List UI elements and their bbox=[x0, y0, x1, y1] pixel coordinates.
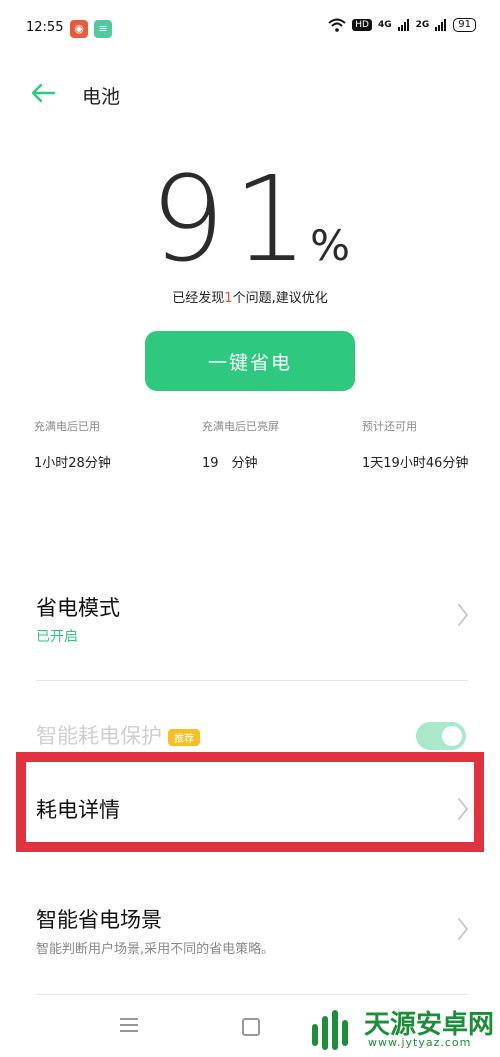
signal-bars-icon bbox=[397, 19, 409, 31]
app-notification-icon: ≡ bbox=[94, 20, 112, 38]
chevron-right-icon bbox=[458, 604, 468, 626]
battery-percent-value: 91 bbox=[149, 150, 317, 288]
status-time: 12:55 bbox=[26, 20, 64, 35]
stat-value: 1小时28分钟 bbox=[34, 456, 111, 471]
stat-used-since-full: 充满电后已用 1小时28分钟 bbox=[34, 418, 204, 471]
wifi-icon bbox=[328, 18, 346, 32]
smart-protection-label: 智能耗电保护 bbox=[36, 724, 162, 748]
issue-count: 1 bbox=[224, 291, 233, 306]
watermark-url: www.jytyaz.com bbox=[368, 1036, 472, 1049]
stat-screen-on-since-full: 充满电后已亮屏 19 分钟 bbox=[202, 418, 372, 471]
news-notification-icon: ◉ bbox=[70, 20, 88, 38]
stat-value: 1天19小时46分钟 bbox=[362, 456, 469, 471]
power-saving-mode-status: 已开启 bbox=[36, 629, 78, 645]
stat-label: 预计还可用 bbox=[362, 420, 417, 433]
smart-protection-title: 智能耗电保护 推荐 bbox=[36, 720, 200, 750]
battery-icon: 91 bbox=[453, 18, 476, 32]
menu-icon[interactable] bbox=[120, 1018, 138, 1036]
chevron-right-icon bbox=[458, 918, 468, 940]
home-icon[interactable] bbox=[242, 1018, 260, 1036]
signal-bars-icon bbox=[435, 19, 447, 31]
issue-prefix: 已经发现 bbox=[172, 291, 225, 306]
stat-value: 19 分钟 bbox=[202, 456, 258, 471]
system-icons: HD 4G 2G 91 bbox=[328, 18, 476, 32]
stat-label: 充满电后已用 bbox=[34, 420, 100, 433]
hd-badge: HD bbox=[352, 19, 372, 31]
recommended-tag: 推荐 bbox=[168, 728, 200, 746]
power-saving-mode-title: 省电模式 bbox=[36, 596, 120, 620]
signal-2g-icon: 2G bbox=[415, 20, 430, 30]
battery-percent-sign: % bbox=[310, 221, 351, 270]
smart-protection-toggle[interactable] bbox=[416, 722, 466, 750]
issue-summary: 已经发现1个问题,建议优化 bbox=[0, 287, 500, 306]
status-bar: 12:55 ◉ ≡ HD 4G 2G 91 bbox=[0, 0, 500, 62]
divider bbox=[36, 994, 468, 995]
stat-estimated-remaining: 预计还可用 1天19小时46分钟 bbox=[362, 418, 500, 471]
smart-scenes-row[interactable]: 智能省电场景 智能判断用户场景,采用不同的省电策略。 bbox=[0, 892, 500, 992]
stat-label: 充满电后已亮屏 bbox=[202, 420, 279, 433]
issue-suffix: 个问题,建议优化 bbox=[232, 291, 328, 306]
divider bbox=[36, 680, 468, 681]
android-logo-icon bbox=[312, 1010, 348, 1050]
page-title: 电池 bbox=[82, 86, 121, 108]
smart-scenes-title: 智能省电场景 bbox=[36, 908, 162, 932]
power-saving-mode-row[interactable]: 省电模式 已开启 bbox=[0, 580, 500, 680]
smart-scenes-subtitle: 智能判断用户场景,采用不同的省电策略。 bbox=[36, 942, 275, 957]
back-arrow-icon[interactable] bbox=[30, 80, 56, 106]
battery-percentage: 91% bbox=[0, 150, 500, 288]
toggle-knob bbox=[442, 726, 462, 746]
one-key-save-button[interactable]: 一键省电 bbox=[145, 331, 355, 391]
signal-4g-icon: 4G bbox=[377, 20, 392, 30]
watermark: 天源安卓网 www.jytyaz.com bbox=[306, 1002, 496, 1057]
highlight-frame bbox=[16, 752, 484, 852]
